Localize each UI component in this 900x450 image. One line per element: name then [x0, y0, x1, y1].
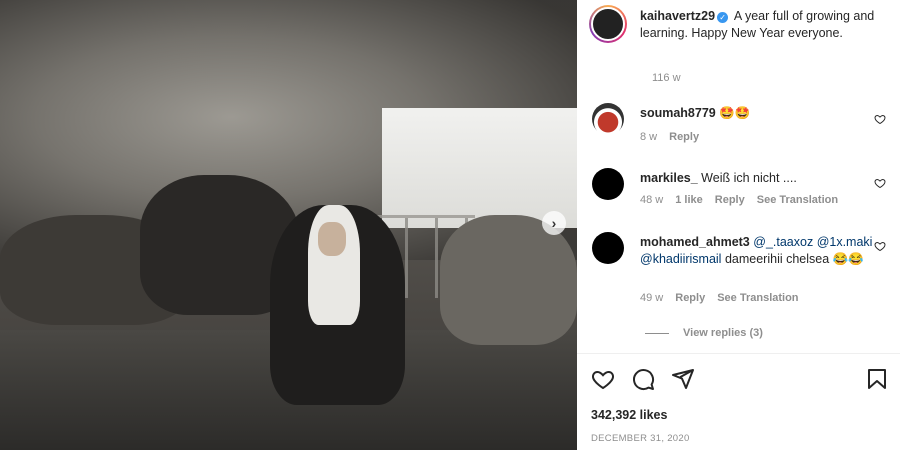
commenter-avatar[interactable] [592, 168, 624, 200]
post-photo[interactable]: › [0, 0, 577, 450]
heart-icon[interactable] [874, 240, 886, 252]
reply-button[interactable]: Reply [715, 194, 745, 206]
verified-icon: ✓ [717, 12, 729, 23]
comment-meta: 8 w Reply [640, 131, 711, 143]
reply-button[interactable]: Reply [669, 131, 699, 143]
chevron-right-icon[interactable]: › [542, 211, 566, 235]
commenter-avatar[interactable] [592, 103, 624, 135]
photo-window [382, 108, 577, 228]
actions-divider [577, 353, 900, 354]
post-date: DECEMBER 31, 2020 [591, 433, 690, 444]
comment-text-block: soumah8779 🤩🤩 [640, 105, 875, 122]
heart-icon[interactable] [874, 113, 886, 125]
see-translation-button[interactable]: See Translation [717, 292, 798, 304]
likes-count[interactable]: 342,392 likes [591, 408, 667, 422]
comment-age: 49 w [640, 292, 664, 304]
comments-panel: kaihavertz29 ✓ A year full of growing and… [577, 0, 900, 450]
share-icon[interactable] [671, 367, 695, 391]
comment-meta: 49 w Reply See Translation [640, 292, 811, 304]
replies-divider [645, 332, 669, 334]
mention-link[interactable]: @1x.maki [817, 235, 873, 249]
comment-likes[interactable]: 1 like [675, 194, 703, 206]
caption-age: 116 w [652, 72, 681, 84]
heart-icon[interactable] [874, 177, 886, 189]
author-username[interactable]: kaihavertz29 [640, 9, 715, 23]
mention-link[interactable]: @_.taaxoz [753, 235, 813, 249]
view-replies-button[interactable]: View replies (3) [645, 327, 763, 339]
bookmark-icon[interactable] [865, 367, 889, 391]
caption-text-block: kaihavertz29 ✓ A year full of growing and… [640, 8, 890, 42]
heart-icon[interactable] [591, 367, 615, 391]
comment-age: 48 w [640, 194, 664, 206]
author-avatar[interactable] [589, 5, 627, 43]
post-actions [591, 367, 891, 393]
comment-text: Weiß ich nicht .... [701, 171, 797, 185]
reply-button[interactable]: Reply [675, 292, 705, 304]
mention-link[interactable]: @khadiirismail [640, 252, 721, 266]
comment-text: 🤩🤩 [719, 106, 751, 120]
commenter-avatar[interactable] [592, 232, 624, 264]
see-translation-button[interactable]: See Translation [757, 194, 838, 206]
comment-text: dameerihii chelsea 😂😂 [724, 252, 864, 266]
person-face [318, 222, 346, 256]
comment-age: 8 w [640, 131, 658, 143]
comment-text-block: mohamed_ahmet3 @_.taaxoz @1x.maki @khadi… [640, 234, 875, 268]
commenter-username[interactable]: soumah8779 [640, 106, 716, 120]
comment-text-block: markiles_ Weiß ich nicht .... [640, 170, 875, 187]
comment-icon[interactable] [631, 367, 655, 391]
comment-meta: 48 w 1 like Reply See Translation [640, 194, 850, 206]
view-replies-label: View replies (3) [683, 327, 763, 339]
commenter-username[interactable]: mohamed_ahmet3 [640, 235, 750, 249]
commenter-username[interactable]: markiles_ [640, 171, 698, 185]
